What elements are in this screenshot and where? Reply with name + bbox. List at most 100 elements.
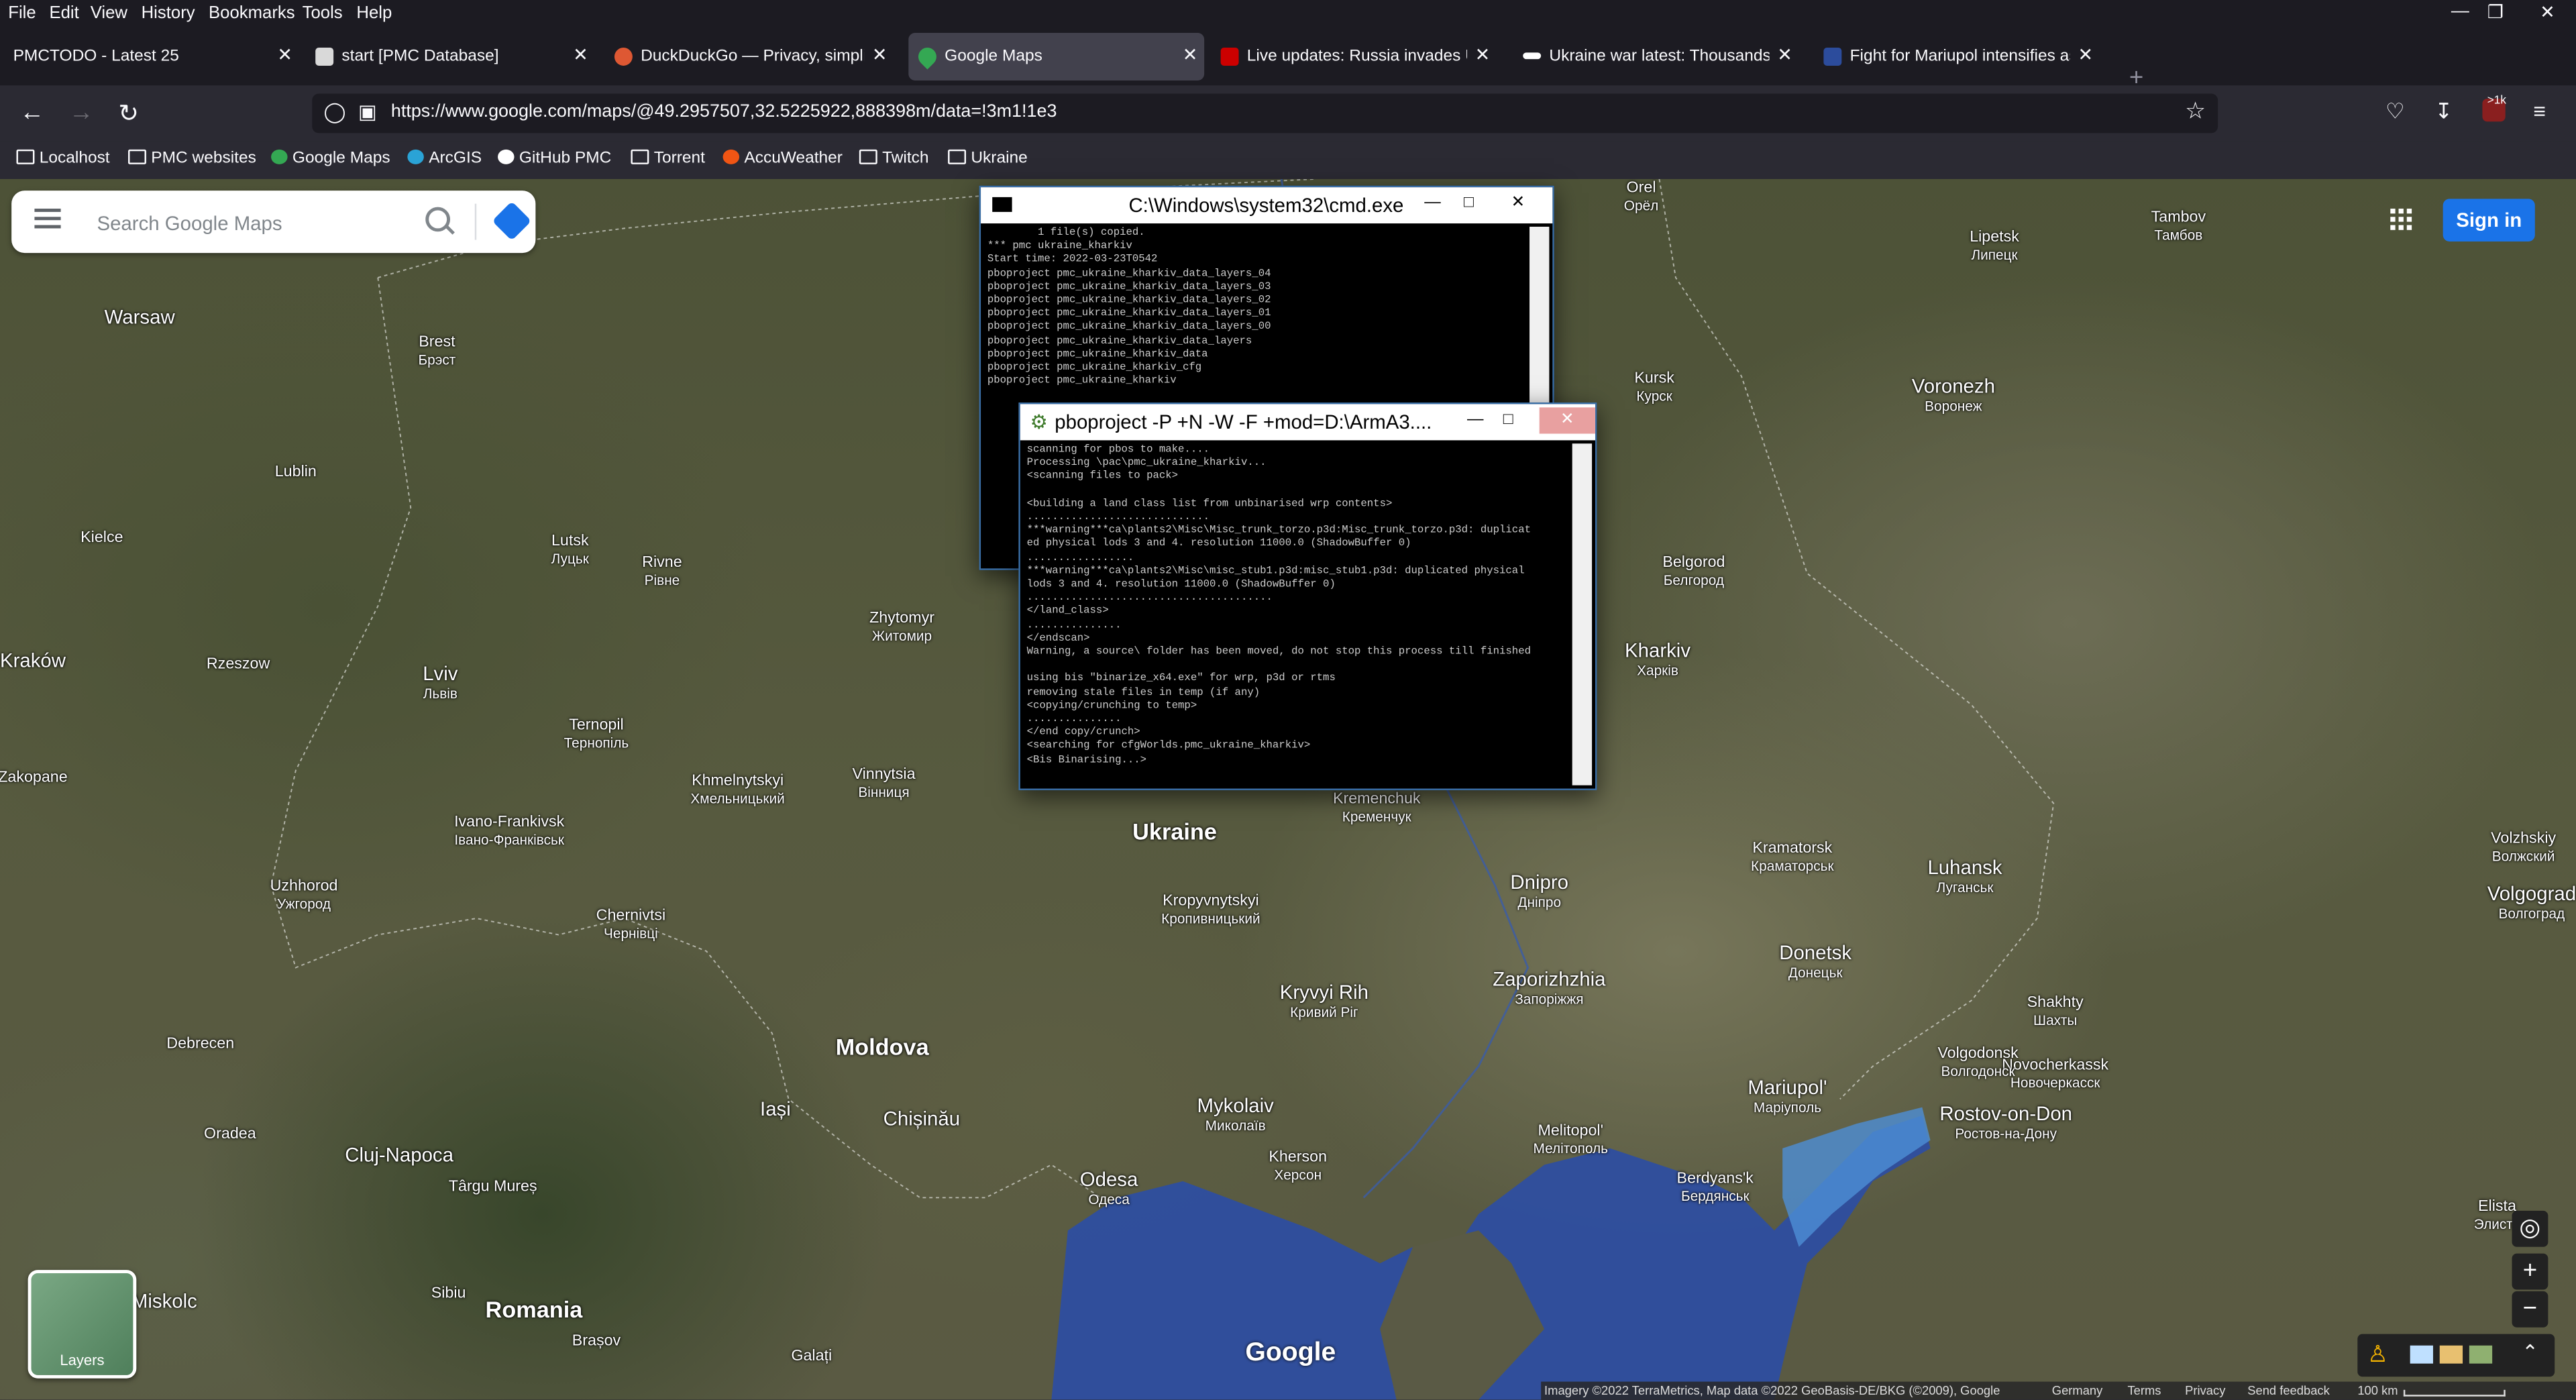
url-bar[interactable]: ◯ ▣ https://www.google.com/maps/@49.2957… xyxy=(312,93,2218,133)
menu-history[interactable]: History xyxy=(142,3,195,23)
city-label[interactable]: Belgorod Белгород xyxy=(1595,555,1792,588)
city-label[interactable]: Shakhty Шахты xyxy=(1957,995,2154,1028)
city-label[interactable]: Donetsk Донецьк xyxy=(1717,943,1914,983)
city-label[interactable]: Volgodonsk Волгодонск xyxy=(1880,1046,2077,1079)
hamburger-menu-icon[interactable] xyxy=(34,209,61,212)
city-label[interactable]: Kramatorsk Краматорськ xyxy=(1694,841,1891,874)
city-label[interactable]: Ukraine xyxy=(1076,820,1273,843)
tab-pmc-database[interactable]: start [PMC Database] ✕ xyxy=(306,33,595,80)
city-label[interactable]: Luhansk Луганськ xyxy=(1866,857,2063,897)
city-label[interactable]: Kherson Херсон xyxy=(1199,1149,1397,1183)
sign-in-button[interactable]: Sign in xyxy=(2443,199,2535,242)
my-location-icon[interactable]: ◎ xyxy=(2512,1210,2548,1247)
city-label[interactable]: Melitopol' Мелітополь xyxy=(1472,1123,1669,1156)
city-label[interactable]: Orel Орёл xyxy=(1543,180,1740,213)
city-label[interactable]: Berdyans'k Бердянськ xyxy=(1617,1171,1814,1204)
expand-icon[interactable]: ⌃ xyxy=(2522,1340,2538,1363)
tab-google-maps[interactable]: Google Maps ✕ xyxy=(908,32,1205,81)
bookmark-localhost[interactable]: Localhost xyxy=(16,149,110,168)
minimize-icon[interactable]: — xyxy=(1457,407,1493,433)
maximize-icon[interactable]: □ xyxy=(1450,191,1487,217)
tab-pmctodo[interactable]: PMCTODO - Latest 25 ✕ xyxy=(3,33,299,80)
bookmark-pmc-websites[interactable]: PMC websites xyxy=(128,149,256,168)
city-label[interactable]: Odesa Одеса xyxy=(1010,1170,1208,1209)
city-label[interactable]: Brest Брэст xyxy=(338,334,535,368)
city-label[interactable]: Romania xyxy=(435,1298,633,1321)
city-label[interactable]: Oradea xyxy=(131,1126,329,1143)
send-feedback-link[interactable]: Send feedback xyxy=(2247,1382,2330,1400)
shield-icon[interactable]: ◯ xyxy=(323,100,345,123)
city-label[interactable]: Dnipro Дніпро xyxy=(1441,872,1638,912)
city-label[interactable]: Lublin xyxy=(197,464,394,481)
city-label[interactable]: Kielce xyxy=(3,530,201,547)
city-label[interactable]: Volzhskiy Волжский xyxy=(2425,830,2576,864)
maximize-icon[interactable]: □ xyxy=(1490,407,1526,433)
transit-tile-icon[interactable] xyxy=(2469,1345,2493,1364)
search-input[interactable] xyxy=(93,205,396,242)
bookmark-torrent[interactable]: Torrent xyxy=(631,149,705,168)
country-link[interactable]: Germany xyxy=(2052,1382,2103,1400)
close-tab-icon[interactable]: ✕ xyxy=(277,33,292,80)
city-label[interactable]: Zaporizhzhia Запоріжжя xyxy=(1450,969,1648,1009)
bookmark-ukraine[interactable]: Ukraine xyxy=(948,149,1028,168)
city-label[interactable]: Lipetsk Липецк xyxy=(1896,229,2093,263)
forward-icon[interactable]: → xyxy=(69,99,94,127)
bookmark-github-pmc[interactable]: GitHub PMC xyxy=(498,149,611,168)
tab-duckduckgo[interactable]: DuckDuckGo — Privacy, simplified. ✕ xyxy=(604,33,894,80)
pbo-titlebar[interactable]: ⚙ pboproject -P +N -W -F +mod=D:\ArmA3..… xyxy=(1020,404,1595,441)
url-text[interactable]: https://www.google.com/maps/@49.2957507,… xyxy=(391,102,1057,121)
city-label[interactable]: Volgograd Волгоград xyxy=(2433,884,2576,924)
city-label[interactable]: Voronezh Воронеж xyxy=(1855,376,2052,416)
terrain-tile-icon[interactable] xyxy=(2410,1345,2433,1364)
city-label[interactable]: Uzhhorod Ужгород xyxy=(205,878,402,912)
close-window-icon[interactable]: ✕ xyxy=(2540,1,2555,23)
tab-ukraine-war-latest[interactable]: Ukraine war latest: Thousands flee ✕ xyxy=(1513,33,1799,80)
city-label[interactable]: Galați xyxy=(713,1348,910,1365)
minimize-icon[interactable]: — xyxy=(1415,191,1451,217)
zoom-in-button[interactable]: + xyxy=(2512,1253,2548,1290)
zoom-out-button[interactable]: − xyxy=(2512,1291,2548,1328)
close-tab-icon[interactable]: ✕ xyxy=(1475,33,1491,80)
city-label[interactable]: Mykolaiv Миколаїв xyxy=(1137,1095,1334,1135)
pegman-icon[interactable]: ♙ xyxy=(2367,1340,2388,1368)
pocket-icon[interactable]: ♡ xyxy=(2385,99,2405,125)
city-label[interactable]: Vinnytsia Вінниця xyxy=(786,766,983,800)
download-icon[interactable]: ↧ xyxy=(2434,99,2453,125)
menu-view[interactable]: View xyxy=(91,3,127,23)
layers-button[interactable]: Layers xyxy=(28,1270,137,1379)
city-label[interactable]: Rivne Рівне xyxy=(564,555,761,588)
menu-edit[interactable]: Edit xyxy=(49,3,78,23)
close-icon[interactable]: ✕ xyxy=(1500,191,1536,217)
bookmark-twitch[interactable]: Twitch xyxy=(859,149,929,168)
bookmark-google-maps[interactable]: Google Maps xyxy=(271,149,390,168)
close-tab-icon[interactable]: ✕ xyxy=(573,33,588,80)
close-tab-icon[interactable]: ✕ xyxy=(872,33,888,80)
city-label[interactable]: Elista Элиста xyxy=(2399,1199,2576,1232)
bookmark-star-icon[interactable]: ☆ xyxy=(2185,97,2206,125)
city-label[interactable]: Ivano-Frankivsk Івано-Франківськ xyxy=(411,814,608,847)
city-label[interactable]: Chișinău xyxy=(823,1109,1020,1128)
city-label[interactable]: Zakopane xyxy=(0,769,131,787)
search-icon[interactable] xyxy=(425,207,451,232)
menu-hamburger-icon[interactable]: ≡ xyxy=(2533,99,2546,123)
city-label[interactable]: Moldova xyxy=(784,1035,981,1058)
traffic-tile-icon[interactable] xyxy=(2439,1345,2463,1364)
city-label[interactable]: Lviv Львів xyxy=(341,663,539,703)
city-label[interactable]: Kremenchuk Кременчук xyxy=(1278,791,1475,824)
lock-icon[interactable]: ▣ xyxy=(358,100,377,123)
tab-cnn-live[interactable]: Live updates: Russia invades Ukraine ✕ xyxy=(1211,33,1497,80)
bookmark-accuweather[interactable]: AccuWeather xyxy=(722,149,843,168)
close-tab-icon[interactable]: ✕ xyxy=(1183,33,1198,80)
back-icon[interactable]: ← xyxy=(19,99,44,127)
menu-tools[interactable]: Tools xyxy=(303,3,343,23)
menu-file[interactable]: File xyxy=(8,3,36,23)
restore-icon[interactable]: ❐ xyxy=(2487,1,2504,23)
city-label[interactable]: Rostov-on-Don Ростов-на-Дону xyxy=(1907,1104,2104,1144)
city-label[interactable]: Zhytomyr Житомир xyxy=(804,610,1001,644)
menu-bookmarks[interactable]: Bookmarks xyxy=(209,3,295,23)
terms-link[interactable]: Terms xyxy=(2127,1382,2161,1400)
tab-mariupol[interactable]: Fight for Mariupol intensifies as ✕ xyxy=(1814,33,2100,80)
city-label[interactable]: Warsaw xyxy=(41,307,238,327)
pboproject-window[interactable]: ⚙ pboproject -P +N -W -F +mod=D:\ArmA3..… xyxy=(1018,402,1597,790)
city-label[interactable]: Cluj-Napoca xyxy=(301,1145,498,1165)
